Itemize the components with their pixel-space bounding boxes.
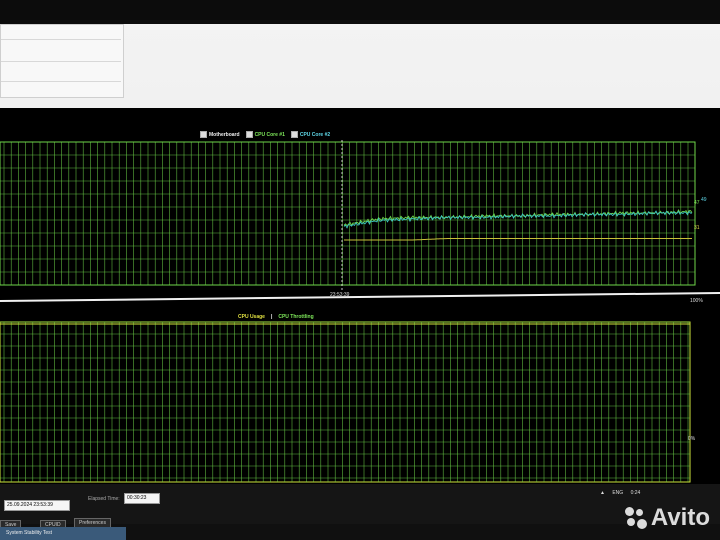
avito-logo-icon <box>624 507 647 529</box>
cpu-scale-top: 100% <box>690 298 703 304</box>
avito-watermark: Avito <box>624 504 710 532</box>
motherboard-value-label: 31 <box>694 225 700 231</box>
system-tray: ▲ ENG 0:24 <box>600 490 646 496</box>
start-time-field: 25.09.2024 23:53:39 <box>4 500 70 511</box>
cpu-legend: CPU Usage | CPU Throttling <box>238 314 314 320</box>
core-value-label: 47 <box>694 200 700 206</box>
legend-core2[interactable]: CPU Core #2 <box>290 131 330 138</box>
graph-divider <box>0 292 720 302</box>
time-marker-label: 23:53:39 <box>330 292 350 298</box>
checkbox-icon[interactable] <box>200 131 207 138</box>
legend-core1[interactable]: CPU Core #1 <box>245 131 285 138</box>
elapsed-time-label: Elapsed Time: <box>88 496 120 502</box>
cpu-scale-bottom: 0% <box>688 436 696 442</box>
temperature-graph-grid <box>0 141 696 286</box>
taskbar-app-button[interactable]: System Stability Test <box>0 527 126 540</box>
checkbox-icon[interactable] <box>290 131 298 138</box>
language-indicator[interactable]: ENG <box>612 490 623 496</box>
graph-canvas <box>0 140 720 483</box>
cpu-usage-graph-grid <box>0 321 691 483</box>
checkbox-icon[interactable] <box>245 131 253 138</box>
temp-graph-frame <box>0 141 696 286</box>
legend-motherboard[interactable]: Motherboard <box>200 131 240 138</box>
tray-icon[interactable]: ▲ <box>600 490 605 496</box>
elapsed-time-field: 00:30:23 <box>124 493 160 504</box>
clock[interactable]: 0:24 <box>631 490 641 496</box>
temperature-legend: Motherboard CPU Core #1 CPU Core #2 <box>200 131 330 138</box>
core-value-label: 49 <box>701 197 707 203</box>
